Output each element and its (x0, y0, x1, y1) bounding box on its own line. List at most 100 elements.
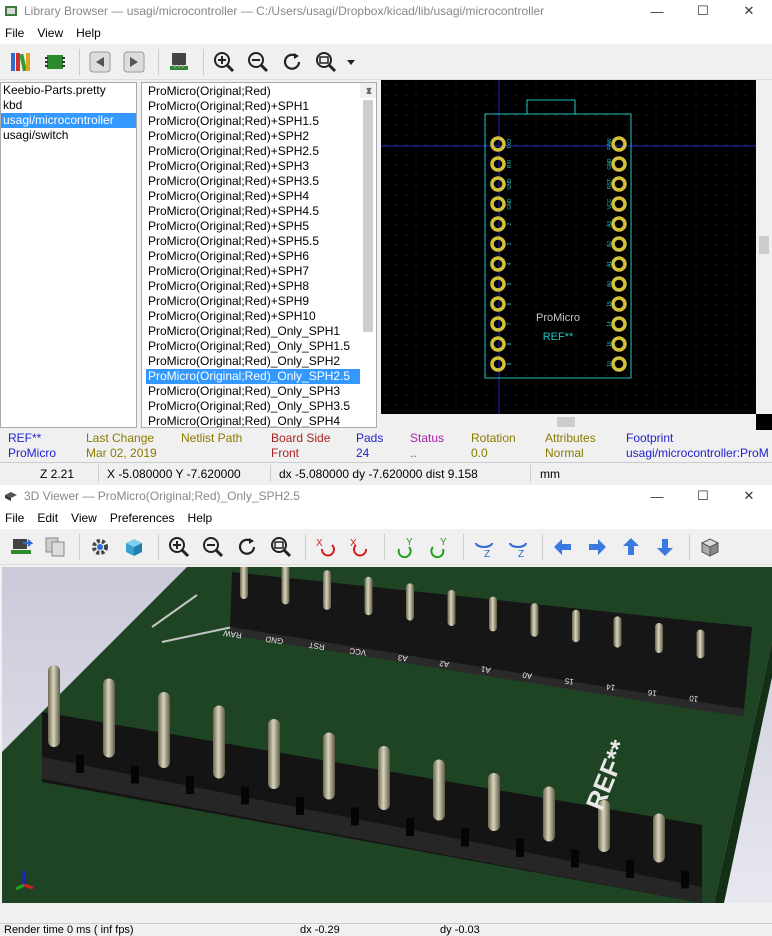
zoom-fit-button[interactable] (311, 47, 341, 77)
library-browser-titlebar: Library Browser — usagi/microcontroller … (0, 0, 772, 22)
zoom-in-button[interactable] (164, 532, 194, 562)
scrollbar-thumb[interactable] (363, 100, 373, 332)
footprint-item-selected[interactable]: ProMicro(Original;Red)_Only_SPH2.5 (146, 369, 360, 384)
move-down-button[interactable] (650, 532, 680, 562)
add-footprint-to-board-button[interactable] (164, 47, 194, 77)
copy-image-button[interactable] (40, 532, 70, 562)
rotate-y-counterclockwise-icon: Y (430, 537, 447, 558)
menu-view[interactable]: View (66, 511, 102, 525)
rotate-z-ccw-button[interactable]: Z (503, 532, 533, 562)
left-pin-label: 4 (507, 262, 513, 265)
footprint-item[interactable]: ProMicro(Original;Red)+SPH8 (146, 279, 360, 294)
zoom-out-button[interactable] (243, 47, 273, 77)
header-socket-hole (241, 786, 249, 805)
right-pin-label: A0 (607, 281, 613, 287)
footprint-item[interactable]: ProMicro(Original;Red)+SPH3 (146, 159, 360, 174)
header-socket-hole (296, 797, 304, 815)
rotate-y-cw-button[interactable]: Y (390, 532, 420, 562)
scroll-down-icon[interactable]: ▼ (360, 83, 376, 98)
footprint-item[interactable]: ProMicro(Original;Red) (146, 84, 360, 99)
3d-viewer-app-icon (5, 492, 17, 501)
raytracing-toggle-button[interactable] (119, 532, 149, 562)
close-button[interactable]: ✕ (726, 488, 772, 504)
select-footprint-button[interactable] (40, 47, 70, 77)
minimize-button[interactable]: — (634, 4, 680, 19)
redraw-button[interactable] (277, 47, 307, 77)
menu-view[interactable]: View (32, 26, 68, 40)
zoom-out-button[interactable] (198, 532, 228, 562)
library-item[interactable]: usagi/switch (1, 128, 136, 143)
reload-board-icon (11, 538, 33, 554)
header-socket-hole (626, 860, 634, 878)
library-item[interactable]: Keebio-Parts.pretty (1, 83, 136, 98)
menu-help[interactable]: Help (183, 511, 218, 525)
cube-gray-icon (700, 537, 720, 557)
footprint-item[interactable]: ProMicro(Original;Red)+SPH2.5 (146, 144, 360, 159)
footprint-item[interactable]: ProMicro(Original;Red)+SPH5 (146, 219, 360, 234)
maximize-button[interactable]: ☐ (680, 488, 726, 504)
scrollbar-thumb[interactable] (557, 417, 575, 427)
footprint-item[interactable]: ProMicro(Original;Red)+SPH5.5 (146, 234, 360, 249)
previous-footprint-button[interactable] (85, 47, 115, 77)
msg-attributes: Attributes Normal (545, 431, 596, 460)
footprint-list-scrollbar[interactable]: ▲ ▼ (360, 83, 376, 332)
left-pin-label: GND (507, 198, 513, 210)
footprint-canvas[interactable]: TXO RXI GND GND 2 3 4 5 6 7 8 9 RAW GND RST VCC A3 A2 A1 A… (381, 80, 772, 430)
scrollbar-thumb[interactable] (759, 236, 769, 254)
right-pin-label: A3 (607, 221, 613, 227)
zoom-in-button[interactable] (209, 47, 239, 77)
toolbar-overflow-dropdown[interactable] (345, 47, 357, 77)
minimize-button[interactable]: — (634, 489, 680, 504)
footprint-item[interactable]: ProMicro(Original;Red)_Only_SPH3 (146, 384, 360, 399)
footprint-item[interactable]: ProMicro(Original;Red)+SPH4.5 (146, 204, 360, 219)
footprint-item[interactable]: ProMicro(Original;Red)_Only_SPH3.5 (146, 399, 360, 414)
header-pin (48, 665, 60, 747)
next-footprint-button[interactable] (119, 47, 149, 77)
footprint-item[interactable]: ProMicro(Original;Red)+SPH9 (146, 294, 360, 309)
footprint-item[interactable]: ProMicro(Original;Red)_Only_SPH1.5 (146, 339, 360, 354)
redraw-button[interactable] (232, 532, 262, 562)
footprint-item[interactable]: ProMicro(Original;Red)+SPH7 (146, 264, 360, 279)
footprint-item[interactable]: ProMicro(Original;Red)_Only_SPH4 (146, 414, 360, 427)
rotate-x-cw-button[interactable]: X (311, 532, 341, 562)
reload-board-button[interactable] (6, 532, 36, 562)
library-list[interactable]: Keebio-Parts.pretty kbd usagi/microcontr… (0, 82, 137, 428)
toolbar-separator (79, 533, 80, 560)
footprint-item[interactable]: ProMicro(Original;Red)+SPH10 (146, 309, 360, 324)
rotate-x-ccw-button[interactable]: X (345, 532, 375, 562)
header-pin (543, 786, 555, 842)
window-title: Library Browser — usagi/microcontroller … (24, 4, 545, 18)
menu-file[interactable]: File (0, 511, 29, 525)
footprint-item[interactable]: ProMicro(Original;Red)_Only_SPH2 (146, 354, 360, 369)
header-pin (158, 692, 170, 768)
3d-canvas[interactable]: RAW GND RST VCC A3 A2 A1 A0 15 14 16 10 REF** (2, 567, 772, 903)
footprint-item[interactable]: ProMicro(Original;Red)+SPH3.5 (146, 174, 360, 189)
rotate-z-cw-button[interactable]: Z (469, 532, 499, 562)
move-right-button[interactable] (582, 532, 612, 562)
status-separator (270, 465, 271, 482)
menu-edit[interactable]: Edit (32, 511, 63, 525)
move-up-button[interactable] (616, 532, 646, 562)
zoom-fit-button[interactable] (266, 532, 296, 562)
footprint-item[interactable]: ProMicro(Original;Red)+SPH2 (146, 129, 360, 144)
settings-button[interactable] (85, 532, 115, 562)
library-item[interactable]: kbd (1, 98, 136, 113)
footprint-list[interactable]: ProMicro(Original;Red) ProMicro(Original;… (141, 82, 377, 428)
rotate-y-ccw-button[interactable]: Y (424, 532, 454, 562)
menu-help[interactable]: Help (71, 26, 106, 40)
footprint-item[interactable]: ProMicro(Original;Red)+SPH6 (146, 249, 360, 264)
library-item-selected[interactable]: usagi/microcontroller (1, 113, 136, 128)
move-left-button[interactable] (548, 532, 578, 562)
maximize-button[interactable]: ☐ (680, 3, 726, 19)
footprint-item[interactable]: ProMicro(Original;Red)+SPH1.5 (146, 114, 360, 129)
footprint-item[interactable]: ProMicro(Original;Red)+SPH1 (146, 99, 360, 114)
library-books-button[interactable] (6, 47, 36, 77)
orthographic-toggle-button[interactable] (695, 532, 725, 562)
menu-file[interactable]: File (0, 26, 29, 40)
footprint-item[interactable]: ProMicro(Original;Red)_Only_SPH1 (146, 324, 360, 339)
footprint-item[interactable]: ProMicro(Original;Red)+SPH4 (146, 189, 360, 204)
canvas-vertical-scrollbar[interactable] (756, 80, 772, 414)
canvas-horizontal-scrollbar[interactable] (381, 414, 756, 430)
menu-preferences[interactable]: Preferences (105, 511, 180, 525)
close-button[interactable]: ✕ (726, 3, 772, 19)
